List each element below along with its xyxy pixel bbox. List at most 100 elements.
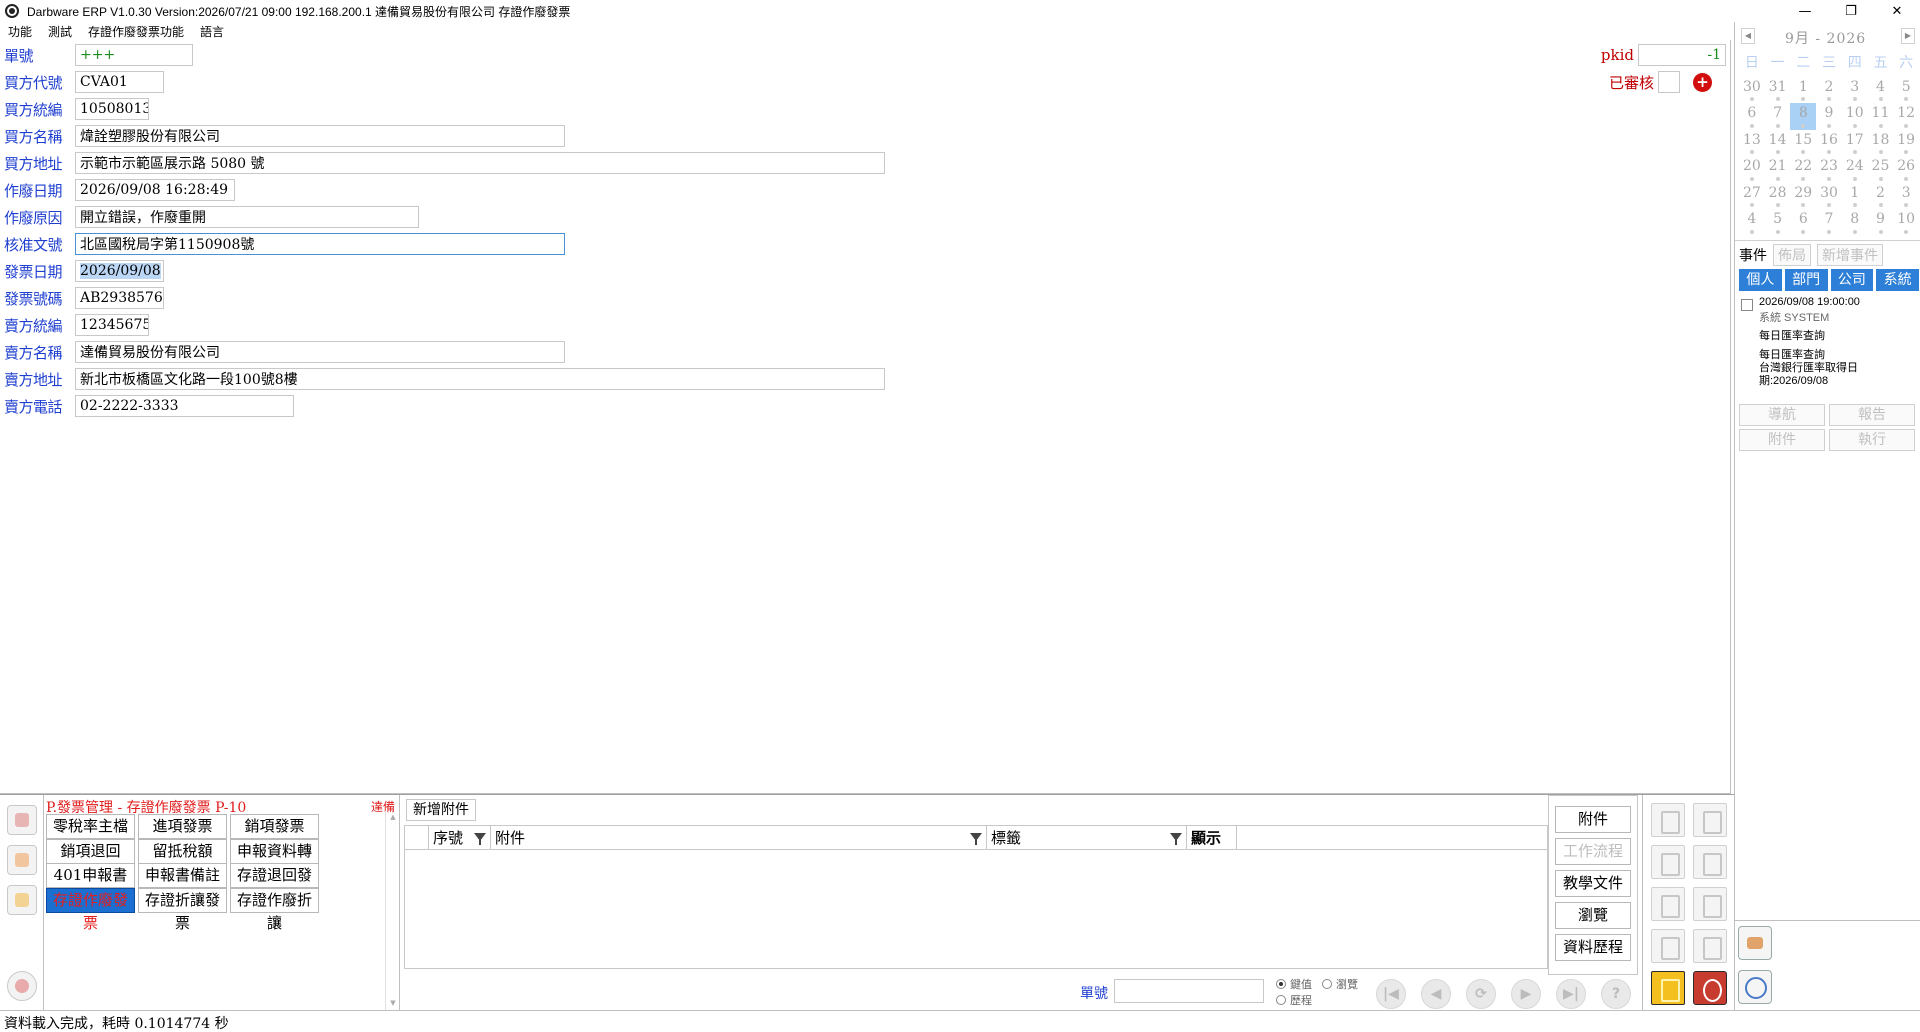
tutorial-button[interactable]: 教學文件 [1555,870,1631,897]
module-button[interactable]: 銷項退回 [46,838,135,864]
calendar-day[interactable]: 25 [1868,156,1894,183]
calendar-day[interactable]: 1 [1790,77,1816,104]
invoice-no-field[interactable]: AB29385761 [75,287,164,309]
calendar-day[interactable]: 18 [1868,130,1894,157]
calendar-day[interactable]: 1 [1842,183,1868,210]
new-record-icon[interactable] [1651,803,1685,837]
report-button[interactable]: 報告 [1829,404,1915,426]
calendar-day[interactable]: 27 [1739,183,1765,210]
menu-void-invoice-functions[interactable]: 存證作廢發票功能 [80,23,192,40]
seller-taxid-field[interactable]: 12345675 [75,314,149,336]
scope-department[interactable]: 部門 [1784,269,1828,291]
menu-function[interactable]: 功能 [0,23,40,40]
module-button[interactable]: 申報書備註 [138,863,227,888]
calendar-day[interactable]: 17 [1842,130,1868,157]
audited-checkbox[interactable] [1658,71,1680,93]
folder-icon[interactable] [7,885,37,915]
module-button[interactable]: 401申報書 [46,863,135,888]
calendar-day[interactable]: 21 [1765,156,1791,183]
buyer-name-field[interactable]: 煒詮塑膠股份有限公司 [75,125,565,147]
calendar-day[interactable]: 10 [1842,103,1868,130]
add-attachment-button[interactable]: 新增附件 [406,799,476,821]
data-history-button[interactable]: 資料歷程 [1555,934,1631,961]
event-title[interactable]: 每日匯率查詢 [1759,330,1917,343]
scope-company[interactable]: 公司 [1830,269,1874,291]
favorite-icon[interactable] [7,805,37,835]
calendar-day[interactable]: 24 [1842,156,1868,183]
minimize-button[interactable]: — [1782,0,1828,22]
module-scrollbar[interactable]: ▲ ▼ [385,811,399,1011]
module-button[interactable]: 申報資料轉檔 [230,838,319,883]
calendar-day[interactable]: 11 [1868,103,1894,130]
calendar-day[interactable]: 22 [1790,156,1816,183]
module-button[interactable]: 留抵稅額 [138,838,227,864]
calendar-day[interactable]: 30 [1739,77,1765,104]
buyer-code-field[interactable]: CVA01 [75,71,164,93]
approval-no-field[interactable]: 北區國稅局字第1150908號 [75,233,565,255]
calendar-day[interactable]: 20 [1739,156,1765,183]
buyer-address-field[interactable]: 示範市示範區展示路 5080 號 [75,152,885,174]
column-display[interactable]: 顯示 [1187,826,1237,850]
calendar-day[interactable]: 10 [1893,209,1919,236]
calendar-day[interactable]: 8 [1842,209,1868,236]
scroll-down-arrow-icon[interactable]: ▼ [388,999,398,1009]
calendar-day[interactable]: 28 [1765,183,1791,210]
calendar-day[interactable]: 14 [1765,130,1791,157]
scope-personal[interactable]: 個人 [1739,269,1782,291]
filter-icon[interactable] [970,833,982,845]
calendar-day[interactable]: 15 [1790,130,1816,157]
calendar-day[interactable]: 8 [1790,103,1817,130]
scope-system[interactable]: 系統 [1876,269,1919,291]
exit-icon[interactable] [1693,971,1727,1005]
column-seq[interactable]: 序號 [429,826,491,850]
attachment-button[interactable]: 附件 [1739,429,1825,451]
calendar-day[interactable]: 6 [1790,209,1816,236]
calendar-next-icon[interactable]: ▶ [1901,28,1915,44]
help-icon[interactable]: ? [1601,979,1631,1009]
calendar-day[interactable]: 16 [1816,130,1842,157]
calendar-day[interactable]: 12 [1893,103,1919,130]
calendar-day[interactable]: 2 [1868,183,1894,210]
delete-record-icon[interactable] [1651,929,1685,963]
column-tag[interactable]: 標籤 [987,826,1187,850]
query-doc-no-input[interactable] [1114,979,1264,1003]
print-icon[interactable] [1693,845,1727,879]
buyer-taxid-field[interactable]: 10508013 [75,98,149,120]
radio-key[interactable] [1276,979,1286,989]
scroll-up-arrow-icon[interactable]: ▲ [388,813,398,823]
calendar-day[interactable]: 19 [1893,130,1919,157]
module-button[interactable]: 存證折讓發票 [138,887,227,932]
clock-icon[interactable] [1738,970,1772,1004]
add-record-icon[interactable] [1651,845,1685,879]
module-button[interactable]: 進項發票 [138,814,227,839]
calendar-day[interactable]: 3 [1842,77,1868,104]
maximize-button[interactable]: ❐ [1828,0,1874,22]
calendar-day[interactable]: 23 [1816,156,1842,183]
refresh-icon[interactable]: ⟳ [1466,979,1496,1009]
module-button[interactable]: 存證作廢發票 [46,887,135,932]
browse-button[interactable]: 瀏覽 [1555,902,1631,929]
events-tab[interactable]: 事件 [1739,245,1767,265]
pkid-field[interactable]: -1 [1638,44,1726,66]
calendar-day[interactable]: 5 [1765,209,1791,236]
calendar-day[interactable]: 30 [1816,183,1842,210]
calendar-day[interactable]: 2 [1816,77,1842,104]
menu-language[interactable]: 語言 [192,23,232,40]
calendar-day[interactable]: 9 [1816,103,1842,130]
calendar-day[interactable]: 7 [1816,209,1842,236]
new-event-button[interactable]: 新增事件 [1817,243,1883,266]
calendar-day[interactable]: 9 [1868,209,1894,236]
seller-address-field[interactable]: 新北市板橋區文化路一段100號8樓 [75,368,885,390]
calendar-day[interactable]: 4 [1739,209,1765,236]
attachment-side-button[interactable]: 附件 [1555,806,1631,833]
calendar-day[interactable]: 5 [1893,77,1919,104]
clipboard-icon[interactable] [1693,887,1727,921]
calendar-day[interactable]: 4 [1868,77,1894,104]
search-record-icon[interactable] [1651,887,1685,921]
calendar-day[interactable]: 6 [1739,103,1765,130]
execute-button[interactable]: 執行 [1829,429,1915,451]
filter-icon[interactable] [1170,833,1182,845]
void-date-field[interactable]: 2026/09/08 16:28:49 [75,179,235,201]
menu-test[interactable]: 測試 [40,23,80,40]
home-icon[interactable] [7,845,37,875]
